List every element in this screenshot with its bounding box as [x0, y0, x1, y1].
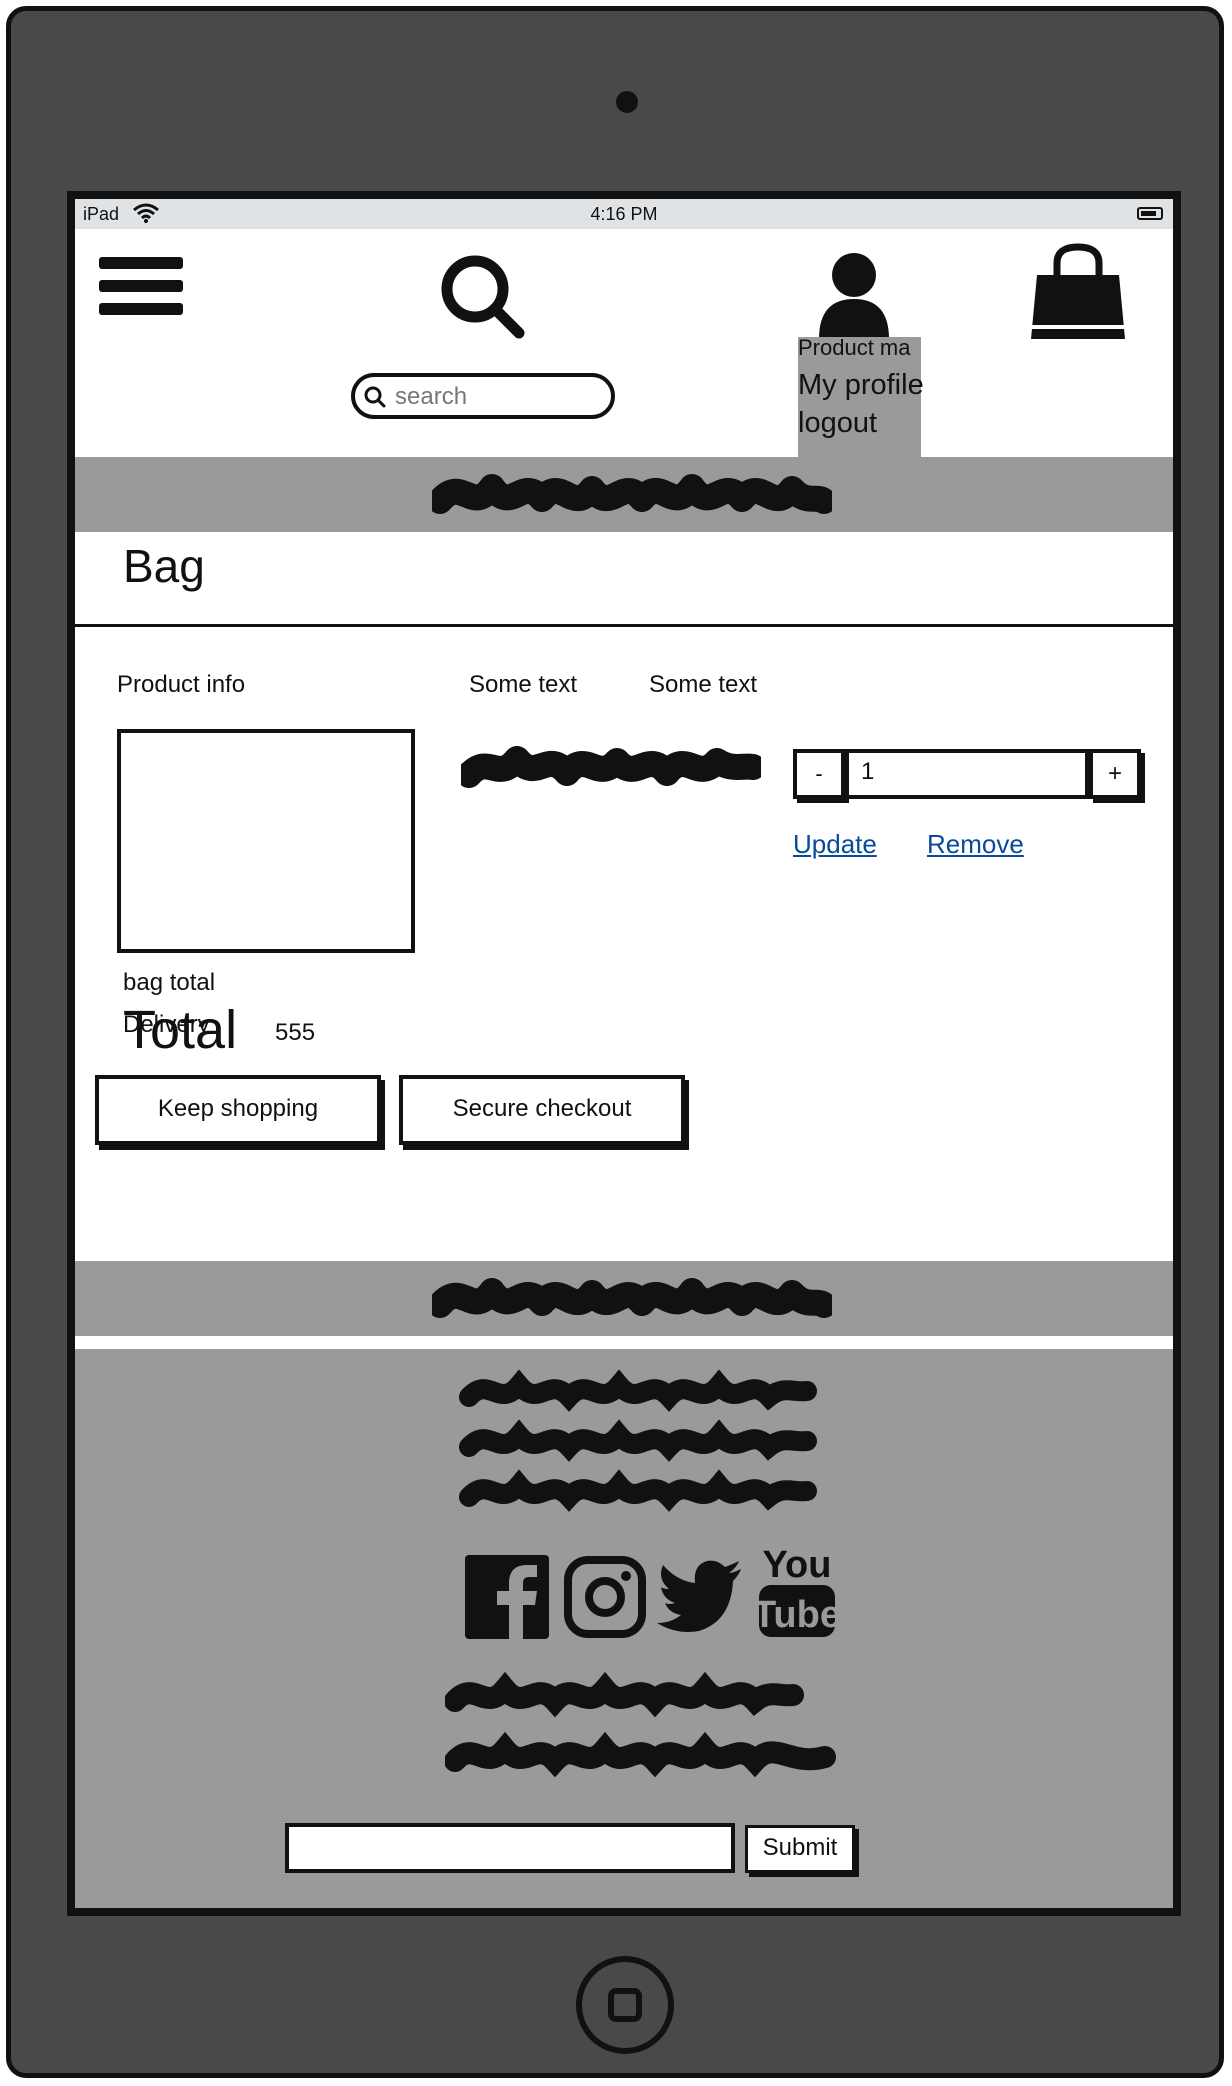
- total-label: Total: [123, 1000, 238, 1060]
- total-value: 555: [275, 1019, 316, 1046]
- scribble-text: [432, 474, 832, 514]
- bottom-banner: [75, 1261, 1173, 1336]
- youtube-icon[interactable]: You Tube: [755, 1541, 839, 1641]
- product-image: [117, 729, 415, 953]
- menu-icon[interactable]: [99, 257, 183, 329]
- shopping-bag-icon[interactable]: [1027, 243, 1129, 343]
- search-small-icon: [364, 386, 386, 408]
- home-button[interactable]: [576, 1956, 674, 2054]
- logout-link[interactable]: logout: [798, 407, 877, 440]
- column-heading-3: Some text: [649, 671, 758, 698]
- remove-link[interactable]: Remove: [927, 829, 1024, 860]
- camera: [616, 91, 638, 113]
- newsletter-email-input[interactable]: [285, 1823, 735, 1873]
- clock: 4:16 PM: [590, 204, 658, 224]
- keep-shopping-button[interactable]: Keep shopping: [95, 1075, 381, 1145]
- status-bar: iPad 4:16 PM: [75, 199, 1173, 229]
- footer-scribble-text: [445, 1671, 836, 1778]
- search-placeholder: search: [395, 383, 468, 410]
- product-info-heading: Product info: [117, 671, 246, 698]
- title-divider: [75, 624, 1173, 627]
- footer-scribble-lines: [459, 1369, 817, 1512]
- quantity-input[interactable]: 1: [845, 749, 1089, 799]
- product-name-scribble: [461, 746, 761, 788]
- secure-checkout-button[interactable]: Secure checkout: [399, 1075, 685, 1145]
- search-input[interactable]: search: [351, 373, 615, 419]
- page-title: Bag: [123, 540, 205, 592]
- screen: iPad 4:16 PM search Product ma My profil…: [67, 191, 1181, 1916]
- quantity-stepper: - 1 +: [793, 749, 1145, 801]
- tablet-frame: iPad 4:16 PM search Product ma My profil…: [6, 6, 1224, 2078]
- top-banner: [75, 457, 1173, 532]
- bag-total-label: bag total: [123, 969, 216, 996]
- instagram-icon[interactable]: [563, 1555, 647, 1639]
- user-icon[interactable]: [817, 251, 891, 339]
- column-heading-2: Some text: [469, 671, 578, 698]
- youtube-top-text: You: [763, 1544, 832, 1586]
- facebook-icon[interactable]: [465, 1555, 549, 1639]
- scribble-text: [432, 1278, 832, 1318]
- decrease-quantity-button[interactable]: -: [793, 749, 845, 799]
- update-link[interactable]: Update: [793, 829, 877, 860]
- profile-menu-title: Product ma: [798, 335, 911, 360]
- search-icon[interactable]: [435, 249, 531, 345]
- youtube-bottom-text: Tube: [755, 1594, 839, 1636]
- submit-button[interactable]: Submit: [745, 1825, 855, 1873]
- twitter-icon[interactable]: [657, 1559, 743, 1635]
- increase-quantity-button[interactable]: +: [1089, 749, 1141, 799]
- battery-icon: [1137, 207, 1163, 220]
- my-profile-link[interactable]: My profile: [798, 369, 924, 402]
